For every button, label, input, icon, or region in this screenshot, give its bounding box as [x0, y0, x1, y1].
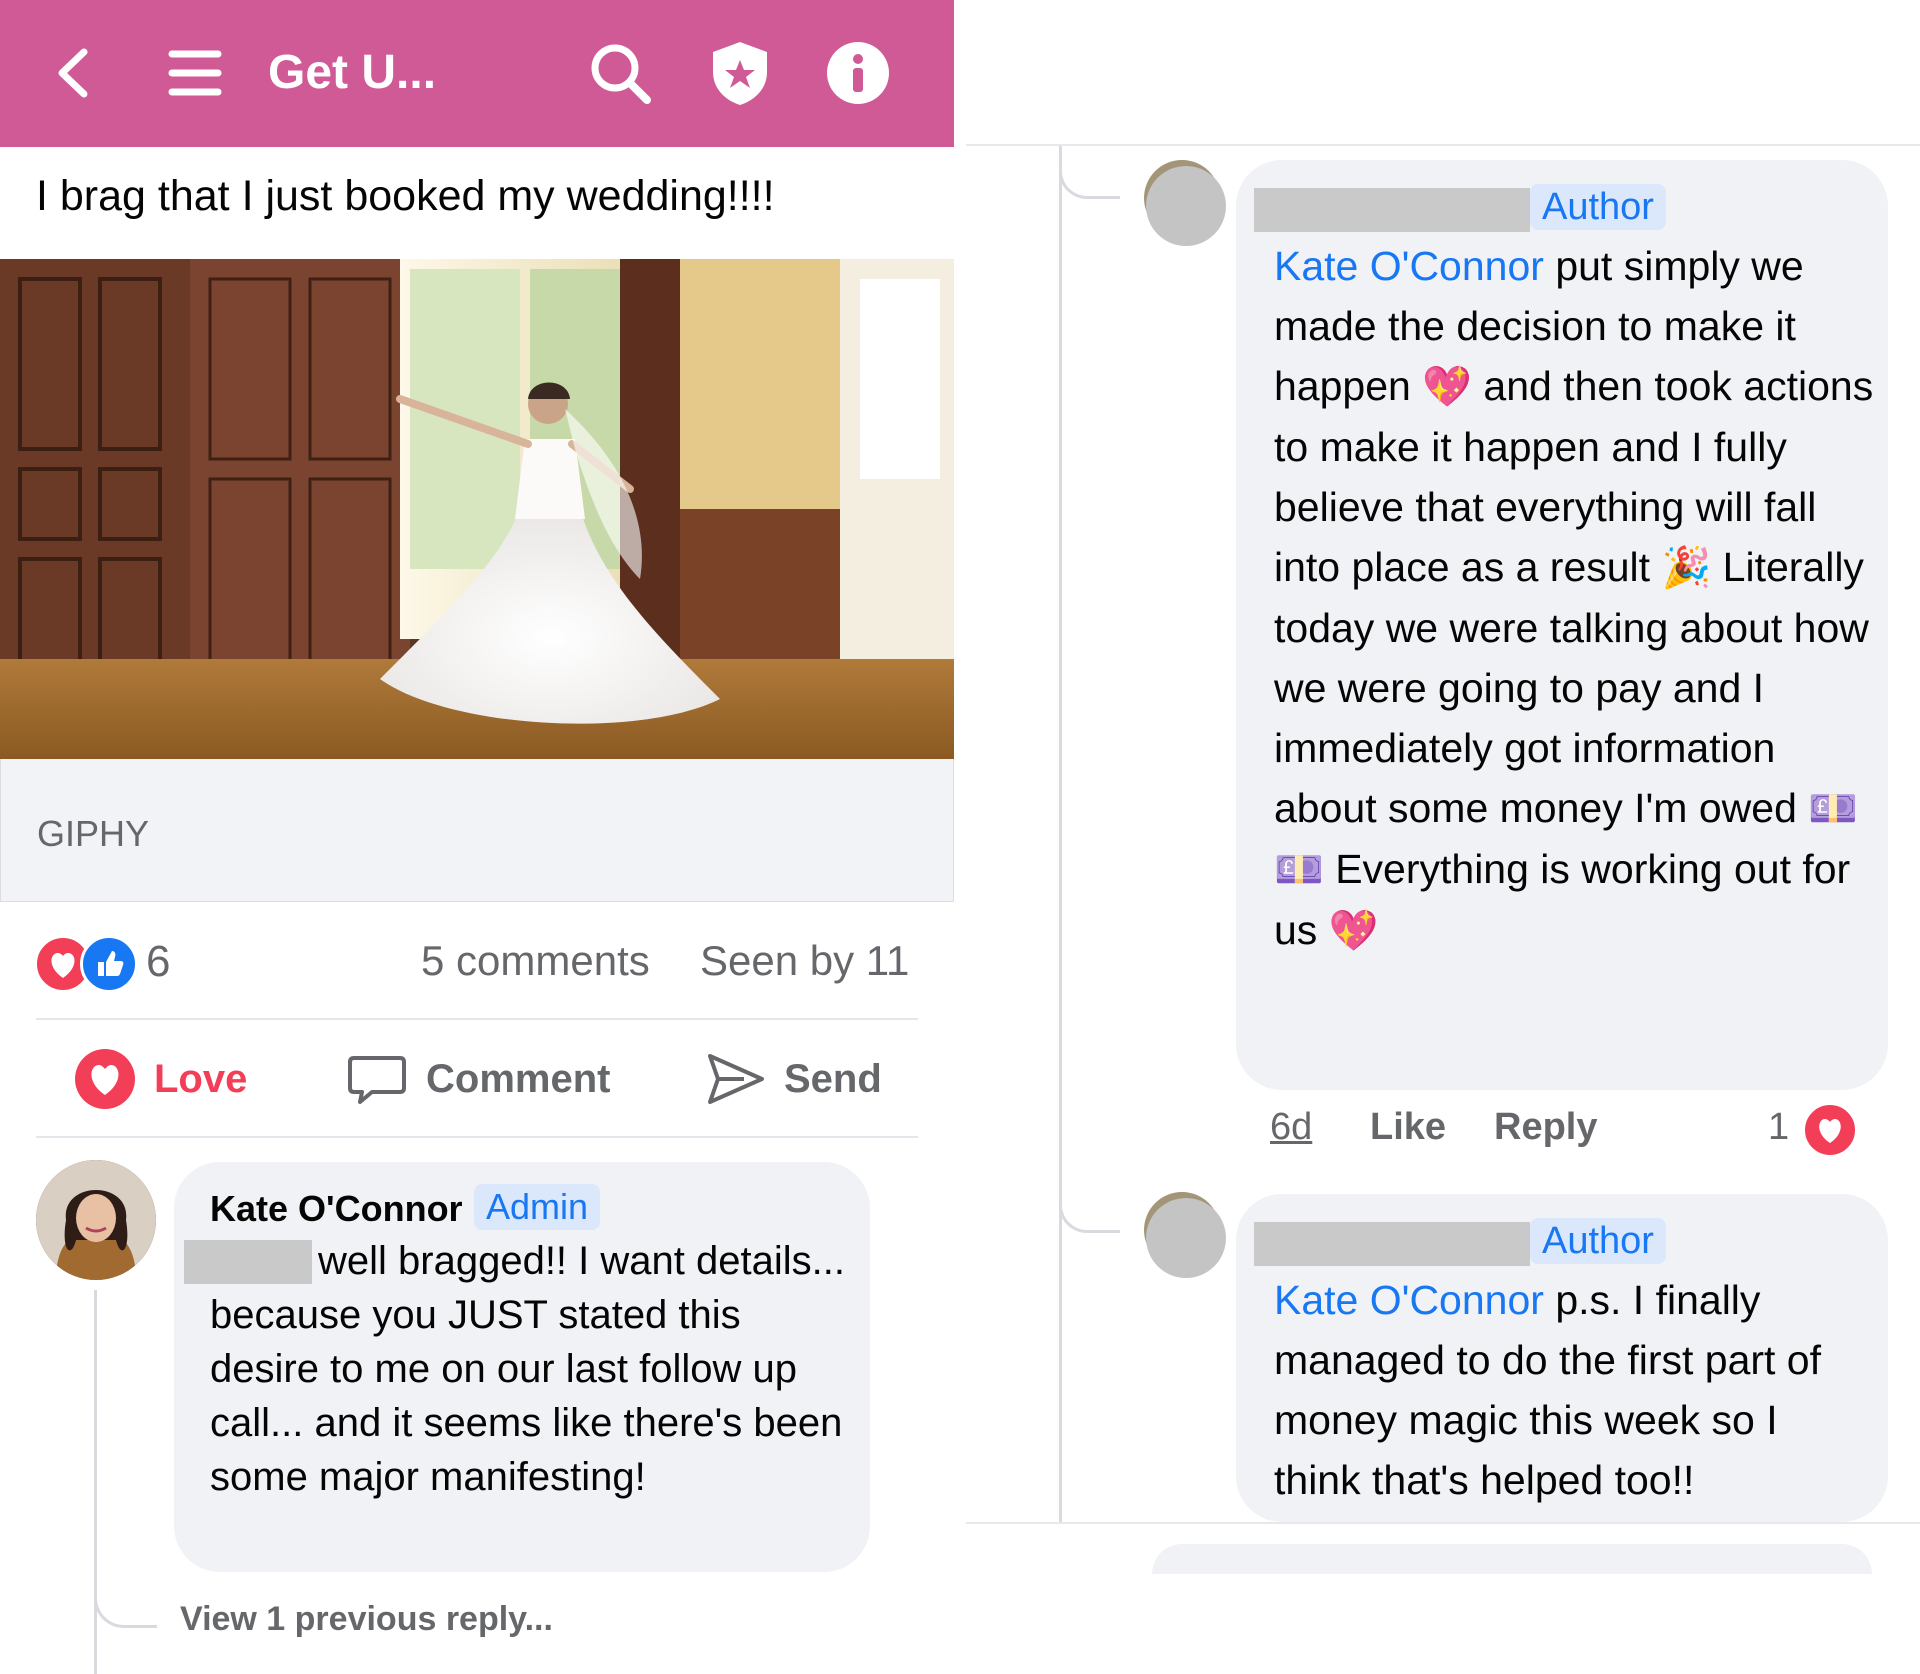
group-title[interactable]: Get U...: [268, 38, 436, 108]
thread-connector: [1059, 146, 1120, 199]
mention-link[interactable]: Kate O'Connor: [1274, 1277, 1544, 1323]
reply-bubble[interactable]: Author Kate O'Connor put simply we made …: [1236, 160, 1888, 1090]
heart-icon: [75, 1049, 135, 1109]
gif-attribution-bar: GIPHY: [0, 759, 954, 902]
left-screenshot: Get U... I brag that I just booked my we…: [0, 0, 954, 1674]
sparkling-heart-emoji: 💖: [1422, 364, 1473, 410]
comment-label: Comment: [426, 1056, 611, 1101]
view-previous-replies-link[interactable]: View 1 previous reply...: [180, 1600, 553, 1639]
love-button[interactable]: Love: [74, 1044, 247, 1114]
thread-connector: [1059, 1180, 1120, 1233]
group-header-bar: Get U...: [0, 0, 954, 147]
like-reaction-icon: [80, 935, 138, 993]
comments-count[interactable]: 5 comments: [421, 937, 650, 985]
reply-meta-row: 6d Like Reply 1: [1270, 1100, 1890, 1160]
thread-connector: [94, 1565, 157, 1628]
giphy-label[interactable]: GIPHY: [37, 813, 149, 855]
admin-comment-bubble[interactable]: Kate O'Connor Admin well bragged!! I wan…: [174, 1162, 870, 1572]
thread-line: [1059, 146, 1062, 1524]
mention-link[interactable]: Kate O'Connor: [1274, 243, 1544, 289]
admin-badge: Admin: [474, 1184, 601, 1230]
divider: [36, 1018, 918, 1020]
send-icon: [708, 1054, 764, 1104]
wedding-gif-image[interactable]: [0, 259, 954, 759]
reply-reaction-count[interactable]: 1: [1768, 1106, 1789, 1149]
comment-author-name[interactable]: Kate O'Connor: [210, 1188, 463, 1230]
reply-text: Kate O'Connor put simply we made the dec…: [1274, 236, 1874, 961]
redacted-name-block: [1254, 188, 1530, 232]
reaction-count: 6: [146, 937, 171, 986]
heart-icon[interactable]: [1802, 1102, 1858, 1158]
like-button[interactable]: Like: [1370, 1106, 1446, 1149]
author-badge: Author: [1530, 184, 1666, 230]
reply-bubble[interactable]: Author Kate O'Connor p.s. I finally mana…: [1236, 1194, 1888, 1522]
comment-icon: [348, 1056, 406, 1104]
love-label: Love: [154, 1056, 248, 1101]
thread-line: [94, 1290, 97, 1674]
party-popper-emoji: 🎉: [1661, 545, 1712, 591]
menu-icon[interactable]: [160, 38, 230, 108]
comment-button[interactable]: Comment: [346, 1044, 610, 1114]
avatar[interactable]: [36, 1160, 156, 1280]
next-comment-bubble-edge: [1152, 1544, 1872, 1574]
info-icon[interactable]: [823, 38, 893, 108]
sparkling-heart-emoji: 💖: [1328, 908, 1379, 954]
search-icon[interactable]: [585, 38, 655, 108]
author-badge: Author: [1530, 1218, 1666, 1264]
divider: [36, 1136, 918, 1138]
shield-star-icon[interactable]: [705, 38, 775, 108]
reply-button[interactable]: Reply: [1494, 1106, 1597, 1149]
avatar[interactable]: [1146, 166, 1226, 246]
divider: [966, 1522, 1920, 1524]
reply-text: Kate O'Connor p.s. I finally managed to …: [1274, 1270, 1874, 1510]
comment-text: well bragged!! I want details... because…: [210, 1239, 845, 1499]
right-screenshot: Author Kate O'Connor put simply we made …: [966, 0, 1920, 1674]
send-label: Send: [784, 1056, 882, 1101]
avatar[interactable]: [1146, 1198, 1226, 1278]
seen-by-count[interactable]: Seen by 11: [700, 937, 909, 985]
reply-timestamp[interactable]: 6d: [1270, 1106, 1312, 1149]
post-text: I brag that I just booked my wedding!!!!: [36, 172, 775, 220]
back-icon[interactable]: [40, 38, 110, 108]
send-button[interactable]: Send: [704, 1044, 882, 1114]
redacted-name-block: [1254, 1222, 1530, 1266]
